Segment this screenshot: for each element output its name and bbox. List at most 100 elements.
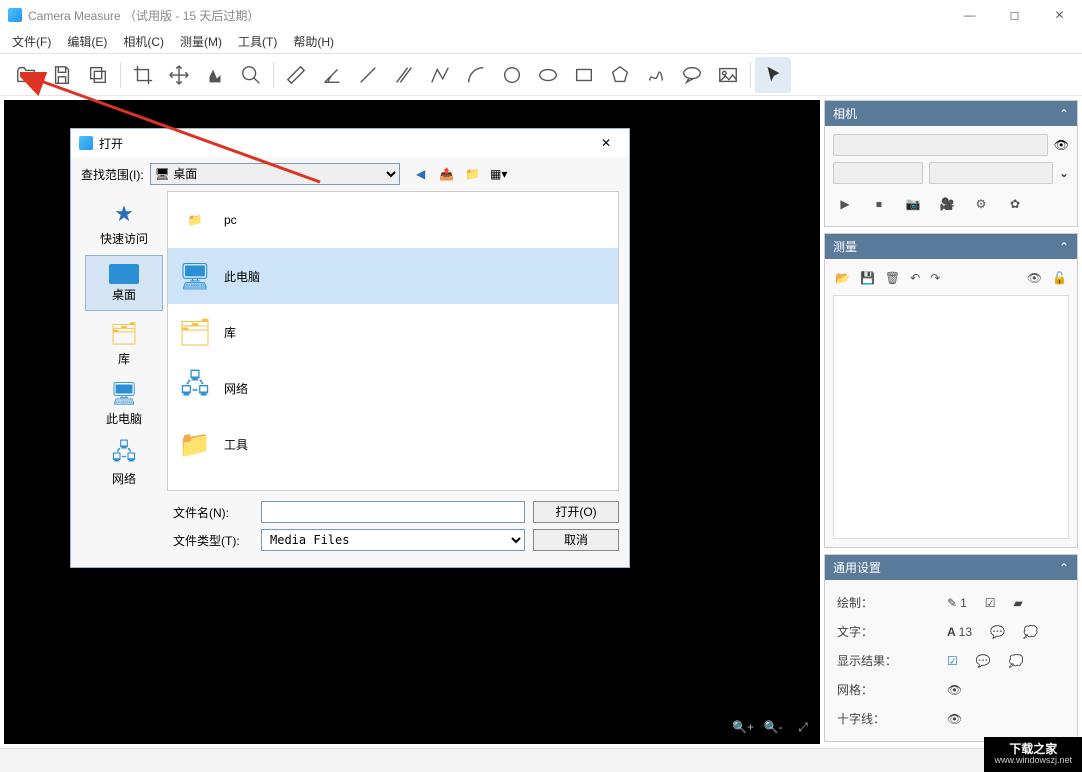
measure-panel-header[interactable]: 测量 ⌃ (825, 234, 1077, 259)
cancel-button[interactable]: 取消 (533, 529, 619, 551)
camera-fmt-select[interactable] (929, 162, 1053, 184)
line-button[interactable] (350, 57, 386, 93)
menu-tools[interactable]: 工具(T) (230, 30, 285, 53)
circle-button[interactable] (494, 57, 530, 93)
file-item[interactable]: 📁工具 (168, 416, 618, 472)
watermark: 下载之家 www.windowszj.net (984, 737, 1082, 772)
zoom-out-icon[interactable]: 🔍- (762, 716, 784, 738)
bubble2-icon[interactable]: 💭 (1023, 625, 1038, 639)
arc-button[interactable] (458, 57, 494, 93)
camera-res-select[interactable] (833, 162, 923, 184)
measure-list[interactable] (833, 295, 1069, 539)
edit-icon[interactable]: ☑ (985, 596, 996, 610)
camera-select[interactable] (833, 134, 1048, 156)
statusbar (0, 748, 1082, 772)
copy-button[interactable] (80, 57, 116, 93)
file-label: 工具 (224, 436, 248, 453)
move-button[interactable] (161, 57, 197, 93)
maximize-button[interactable]: ◻ (992, 0, 1037, 30)
result-bubble1-icon[interactable]: 💬 (976, 654, 991, 668)
result-check[interactable]: ☑ (947, 654, 958, 668)
record-icon[interactable]: 🎥 (937, 194, 957, 214)
folder-open-icon[interactable]: 📂 (835, 271, 850, 285)
network-icon: 🖧 (176, 369, 214, 407)
file-item[interactable]: 📁pc (168, 192, 618, 248)
back-icon[interactable]: ◀ (412, 165, 430, 183)
lock-icon[interactable]: 🔓 (1052, 271, 1067, 285)
place-thispc[interactable]: 🖥此电脑 (85, 375, 163, 431)
crop-button[interactable] (125, 57, 161, 93)
side-panels: 相机 ⌃ 👁 ⌄ ▶ ⏹ 📷 🎥 ⚙ ✿ 测量 ⌃ (824, 96, 1082, 748)
open-confirm-button[interactable]: 打开(O) (533, 501, 619, 523)
grid-toggle-icon[interactable]: 👁 (947, 683, 962, 697)
parallel-button[interactable] (386, 57, 422, 93)
rect-button[interactable] (566, 57, 602, 93)
camera-panel-header[interactable]: 相机 ⌃ (825, 101, 1077, 126)
menu-help[interactable]: 帮助(H) (285, 30, 342, 53)
lookin-select[interactable]: 🖥 桌面 (150, 163, 400, 185)
dialog-close-button[interactable]: ✕ (591, 136, 621, 150)
fullscreen-icon[interactable]: ⤢ (792, 716, 814, 738)
polyline-button[interactable] (422, 57, 458, 93)
open-button[interactable] (8, 57, 44, 93)
pointer-button[interactable] (755, 57, 791, 93)
pen-icon[interactable]: ✎1 (947, 596, 967, 610)
histogram-button[interactable] (197, 57, 233, 93)
expand-icon[interactable]: ⌄ (1059, 166, 1069, 180)
redo-icon[interactable]: ↷ (930, 271, 940, 285)
ellipse-button[interactable] (530, 57, 566, 93)
menu-file[interactable]: 文件(F) (4, 30, 59, 53)
visibility-icon[interactable]: 👁 (1027, 271, 1042, 285)
zoom-in-icon[interactable]: 🔍+ (732, 716, 754, 738)
dialog-titlebar[interactable]: 打开 ✕ (71, 129, 629, 157)
place-desktop[interactable]: 桌面 (85, 255, 163, 311)
ruler-button[interactable] (278, 57, 314, 93)
library-icon: 🗂 (110, 320, 138, 348)
file-label: 库 (224, 324, 236, 341)
comment-button[interactable] (674, 57, 710, 93)
filetype-select[interactable]: Media Files (261, 529, 525, 551)
general-panel-header[interactable]: 通用设置 ⌃ (825, 555, 1077, 580)
viewmode-icon[interactable]: ▦▾ (490, 165, 508, 183)
freeform-button[interactable] (638, 57, 674, 93)
open-dialog: 打开 ✕ 查找范围(I): 🖥 桌面 ◀ 📤 📁 ▦▾ ★快速访问 桌面 🗂库 … (70, 128, 630, 568)
image-button[interactable] (710, 57, 746, 93)
result-bubble2-icon[interactable]: 💭 (1009, 654, 1024, 668)
zoom-button[interactable] (233, 57, 269, 93)
place-library[interactable]: 🗂库 (85, 315, 163, 371)
settings-icon[interactable]: ✿ (1005, 194, 1025, 214)
file-item[interactable]: 🖧网络 (168, 360, 618, 416)
menu-camera[interactable]: 相机(C) (115, 30, 172, 53)
polygon-button[interactable] (602, 57, 638, 93)
draw-label: 绘制： (837, 594, 917, 611)
file-item[interactable]: 🗂库 (168, 304, 618, 360)
file-item[interactable]: 🖥此电脑 (168, 248, 618, 304)
eye-icon[interactable]: 👁 (1054, 138, 1069, 152)
place-label: 快速访问 (100, 230, 148, 247)
sliders-icon[interactable]: ⚙ (971, 194, 991, 214)
snapshot-icon[interactable]: 📷 (903, 194, 923, 214)
file-list[interactable]: 📁pc 🖥此电脑 🗂库 🖧网络 📁工具 (167, 191, 619, 491)
menu-edit[interactable]: 编辑(E) (59, 30, 115, 53)
bubble1-icon[interactable]: 💬 (990, 625, 1005, 639)
menu-measure[interactable]: 测量(M) (172, 30, 230, 53)
newfolder-icon[interactable]: 📁 (464, 165, 482, 183)
place-network[interactable]: 🖧网络 (85, 435, 163, 491)
up-icon[interactable]: 📤 (438, 165, 456, 183)
angle-button[interactable] (314, 57, 350, 93)
minimize-button[interactable]: — (947, 0, 992, 30)
stop-icon[interactable]: ⏹ (869, 194, 889, 214)
play-icon[interactable]: ▶ (835, 194, 855, 214)
cross-toggle-icon[interactable]: 👁 (947, 712, 962, 726)
filename-input[interactable] (261, 501, 525, 523)
delete-icon[interactable]: 🗑 (885, 271, 900, 285)
save-button[interactable] (44, 57, 80, 93)
fill-icon[interactable]: ▰ (1014, 596, 1023, 610)
collapse-icon: ⌃ (1059, 240, 1069, 254)
undo-icon[interactable]: ↶ (910, 271, 920, 285)
measure-panel: 测量 ⌃ 📂 💾 🗑 ↶ ↷ 👁 🔓 (824, 233, 1078, 548)
save-icon[interactable]: 💾 (860, 271, 875, 285)
font-icon[interactable]: A13 (947, 625, 972, 639)
place-quick[interactable]: ★快速访问 (85, 195, 163, 251)
close-button[interactable]: ✕ (1037, 0, 1082, 30)
